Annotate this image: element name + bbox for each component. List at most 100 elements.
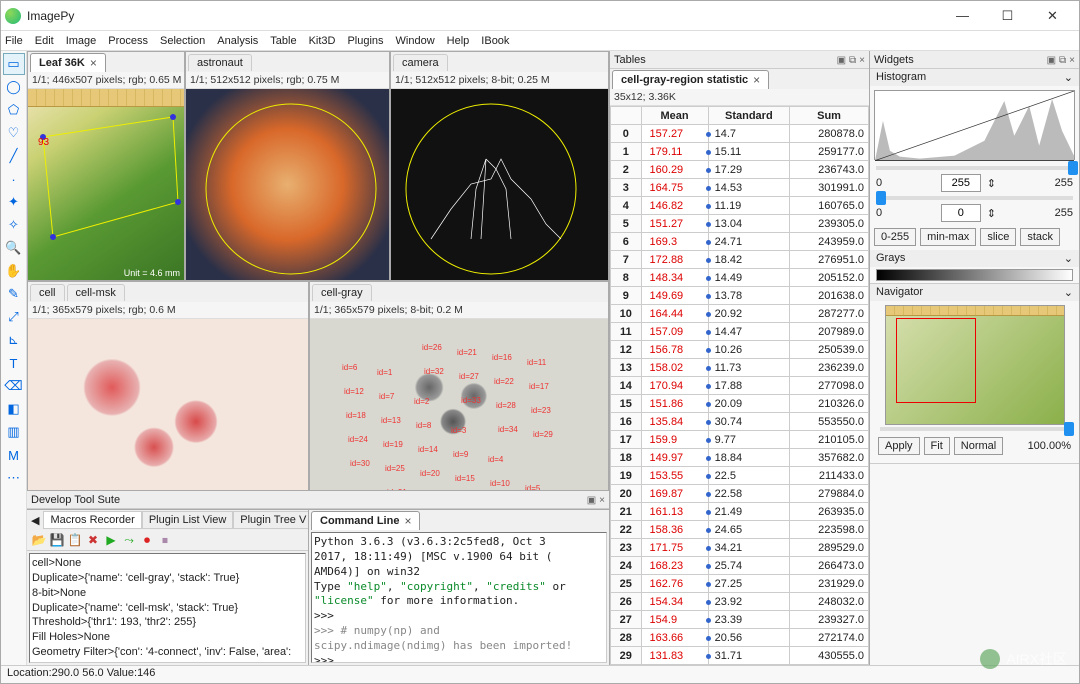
open-icon[interactable]: 📂: [31, 532, 47, 548]
chart-tool[interactable]: ▥: [3, 421, 25, 443]
hist-upper-slider[interactable]: [876, 166, 1073, 170]
image-canvas[interactable]: id=1id=2id=3id=4id=5id=6id=7id=8id=9id=1…: [310, 319, 608, 490]
table-row[interactable]: 21161.1321.49263935.0: [611, 503, 869, 521]
menu-edit[interactable]: Edit: [35, 35, 54, 47]
colormap-select[interactable]: Grays⌄: [870, 250, 1079, 267]
copy-icon[interactable]: 📋: [67, 532, 83, 548]
hist-slice-button[interactable]: slice: [980, 228, 1016, 246]
more-tool[interactable]: ⋯: [3, 467, 25, 489]
chevron-down-icon[interactable]: ⌄: [1064, 286, 1073, 299]
zoom-tool[interactable]: 🔍: [3, 237, 25, 259]
undock-icon[interactable]: ⧉: [849, 55, 856, 66]
tab-camera[interactable]: camera: [393, 54, 448, 71]
table-row[interactable]: 7172.8818.42276951.0: [611, 251, 869, 269]
menu-help[interactable]: Help: [447, 35, 470, 47]
close-icon[interactable]: ×: [404, 514, 411, 528]
table-row[interactable]: 28163.6620.56272174.0: [611, 629, 869, 647]
table-row[interactable]: 14170.9417.88277098.0: [611, 377, 869, 395]
table-row[interactable]: 9149.6913.78201638.0: [611, 287, 869, 305]
table-row[interactable]: 11157.0914.47207989.0: [611, 323, 869, 341]
wand-tool[interactable]: ✦: [3, 191, 25, 213]
tab-cell[interactable]: cell: [30, 284, 65, 301]
step-icon[interactable]: ⤳: [121, 532, 137, 548]
spinner-icon[interactable]: ⇕: [987, 177, 996, 190]
dock-icon[interactable]: ▣: [837, 55, 846, 66]
save-icon[interactable]: 💾: [49, 532, 65, 548]
zoom-slider[interactable]: [880, 427, 1069, 431]
table-row[interactable]: 12156.7810.26250539.0: [611, 341, 869, 359]
dock-icon[interactable]: ▣: [587, 495, 596, 506]
nav-fit-button[interactable]: Fit: [924, 437, 950, 455]
menu-image[interactable]: Image: [66, 35, 97, 47]
image-canvas[interactable]: [391, 89, 608, 280]
tab-cell-msk[interactable]: cell-msk: [67, 284, 125, 301]
stop-icon[interactable]: ⏹: [157, 532, 173, 548]
console-output[interactable]: Python 3.6.3 (v3.6.3:2c5fed8, Oct 3 2017…: [311, 532, 607, 663]
table-row[interactable]: 25162.7627.25231929.0: [611, 575, 869, 593]
menu-analysis[interactable]: Analysis: [217, 35, 258, 47]
table-row[interactable]: 5151.2713.04239305.0: [611, 215, 869, 233]
table-row[interactable]: 1179.1115.11259177.0: [611, 143, 869, 161]
menu-plugins[interactable]: Plugins: [347, 35, 383, 47]
table-row[interactable]: 20169.8722.58279884.0: [611, 485, 869, 503]
table-row[interactable]: 3164.7514.53301991.0: [611, 179, 869, 197]
tab-leaf[interactable]: Leaf 36K×: [30, 53, 106, 72]
table-row[interactable]: 4146.8211.19160765.0: [611, 197, 869, 215]
dock-icon[interactable]: ▣: [1047, 55, 1056, 66]
record-icon[interactable]: ⏺: [139, 532, 155, 548]
point-tool[interactable]: ·: [3, 168, 25, 190]
navigator-header[interactable]: Navigator⌄: [870, 284, 1079, 301]
navigator-thumbnail[interactable]: [885, 305, 1065, 425]
menu-kit3d[interactable]: Kit3D: [309, 35, 336, 47]
table-row[interactable]: 16135.8430.74553550.0: [611, 413, 869, 431]
table-row[interactable]: 17159.99.77210105.0: [611, 431, 869, 449]
menu-selection[interactable]: Selection: [160, 35, 205, 47]
erase-tool[interactable]: ⌫: [3, 375, 25, 397]
dropper-tool[interactable]: ⤢: [3, 306, 25, 328]
nav-apply-button[interactable]: Apply: [878, 437, 920, 455]
table-row[interactable]: 24168.2325.74266473.0: [611, 557, 869, 575]
image-canvas[interactable]: [186, 89, 389, 280]
line-tool[interactable]: ╱: [3, 145, 25, 167]
play-icon[interactable]: ▶: [103, 532, 119, 548]
spark-tool[interactable]: ✧: [3, 214, 25, 236]
chevron-down-icon[interactable]: ⌄: [1064, 252, 1073, 265]
table-row[interactable]: 23171.7534.21289529.0: [611, 539, 869, 557]
table-row[interactable]: 10164.4420.92287277.0: [611, 305, 869, 323]
table-row[interactable]: 30181.8814.44232085.0: [611, 665, 869, 666]
hist-lower-input[interactable]: [941, 204, 981, 222]
image-canvas[interactable]: [28, 319, 308, 490]
m-tool[interactable]: M: [3, 444, 25, 466]
hist-stack-button[interactable]: stack: [1020, 228, 1060, 246]
hist-0255-button[interactable]: 0-255: [874, 228, 916, 246]
chevron-down-icon[interactable]: ⌄: [1064, 71, 1073, 84]
menu-ibook[interactable]: IBook: [481, 35, 509, 47]
macros-text[interactable]: cell>NoneDuplicate>{'name': 'cell-gray',…: [29, 553, 306, 663]
hist-lower-slider[interactable]: [876, 196, 1073, 200]
undock-icon[interactable]: ⧉: [1059, 55, 1066, 66]
measure-tool[interactable]: ⊾: [3, 329, 25, 351]
table-row[interactable]: 26154.3423.92248032.0: [611, 593, 869, 611]
tab-cell-gray[interactable]: cell-gray: [312, 284, 372, 301]
pencil-tool[interactable]: ✎: [3, 283, 25, 305]
table-row[interactable]: 0157.2714.7280878.0: [611, 125, 869, 143]
rectangle-tool[interactable]: ▭: [3, 53, 25, 75]
spinner-icon[interactable]: ⇕: [987, 207, 996, 220]
hist-upper-input[interactable]: [941, 174, 981, 192]
close-button[interactable]: ✕: [1030, 2, 1075, 30]
tab-plugin-list[interactable]: Plugin List View: [142, 511, 233, 529]
close-icon[interactable]: ×: [599, 495, 605, 506]
table-row[interactable]: 22158.3624.65223598.0: [611, 521, 869, 539]
tab-plugin-tree[interactable]: Plugin Tree V: [233, 511, 308, 529]
maximize-button[interactable]: ☐: [985, 2, 1030, 30]
close-icon[interactable]: ×: [1069, 55, 1075, 66]
delete-icon[interactable]: ✖: [85, 532, 101, 548]
hand-tool[interactable]: ✋: [3, 260, 25, 282]
table-row[interactable]: 8148.3414.49205152.0: [611, 269, 869, 287]
nav-normal-button[interactable]: Normal: [954, 437, 1003, 455]
close-icon[interactable]: ×: [753, 73, 760, 87]
data-grid[interactable]: MeanStandardSum0157.2714.7280878.01179.1…: [610, 106, 869, 665]
close-icon[interactable]: ×: [859, 55, 865, 66]
text-tool[interactable]: T: [3, 352, 25, 374]
table-row[interactable]: 15151.8620.09210326.0: [611, 395, 869, 413]
